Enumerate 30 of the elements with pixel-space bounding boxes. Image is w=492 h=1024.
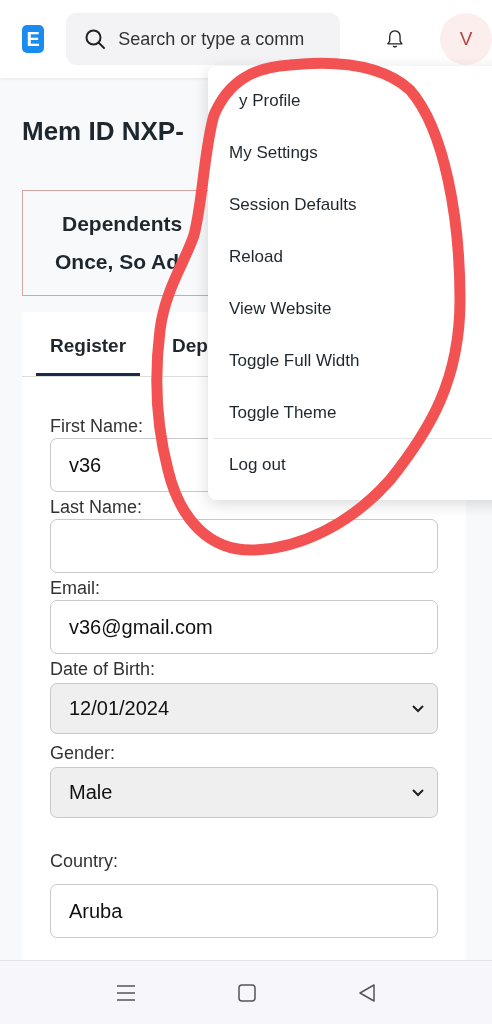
- menu-icon[interactable]: [115, 982, 137, 1003]
- field-label: Date of Birth:: [50, 658, 157, 680]
- back-icon[interactable]: [357, 982, 377, 1003]
- field-label: First Name:: [50, 415, 144, 437]
- field-label: Last Name:: [50, 496, 144, 518]
- field-label: Email:: [50, 577, 101, 599]
- select-value: Male: [69, 781, 113, 804]
- page-title: Mem ID NXP-: [22, 115, 185, 148]
- menu-item[interactable]: y Profile: [214, 74, 492, 126]
- menu-item[interactable]: Log out: [214, 438, 492, 490]
- menu-item[interactable]: View Website: [214, 282, 492, 334]
- menu-item[interactable]: Toggle Theme: [214, 386, 492, 438]
- chevron-down-icon: [411, 787, 425, 798]
- home-square-icon[interactable]: [237, 982, 257, 1003]
- input-field[interactable]: Aruba: [50, 884, 438, 938]
- input-field[interactable]: [50, 519, 438, 573]
- menu-item[interactable]: My Settings: [214, 126, 492, 178]
- search-field[interactable]: Search or type a comm: [66, 13, 341, 65]
- select-field[interactable]: 12/01/2024: [50, 683, 438, 734]
- field-label: Country:: [50, 850, 120, 872]
- notice-text: Dependents: [61, 211, 183, 237]
- user-avatar[interactable]: V: [440, 13, 492, 65]
- menu-item[interactable]: Session Defaults: [214, 178, 492, 230]
- tab[interactable]: Register: [36, 335, 141, 376]
- chevron-down-icon: [411, 703, 425, 714]
- menu-item[interactable]: Reload: [214, 230, 492, 282]
- input-field[interactable]: v36@gmail.com: [50, 600, 438, 654]
- field-label: Gender:: [50, 742, 117, 764]
- select-field[interactable]: Male: [50, 767, 438, 818]
- select-value: 12/01/2024: [69, 697, 170, 720]
